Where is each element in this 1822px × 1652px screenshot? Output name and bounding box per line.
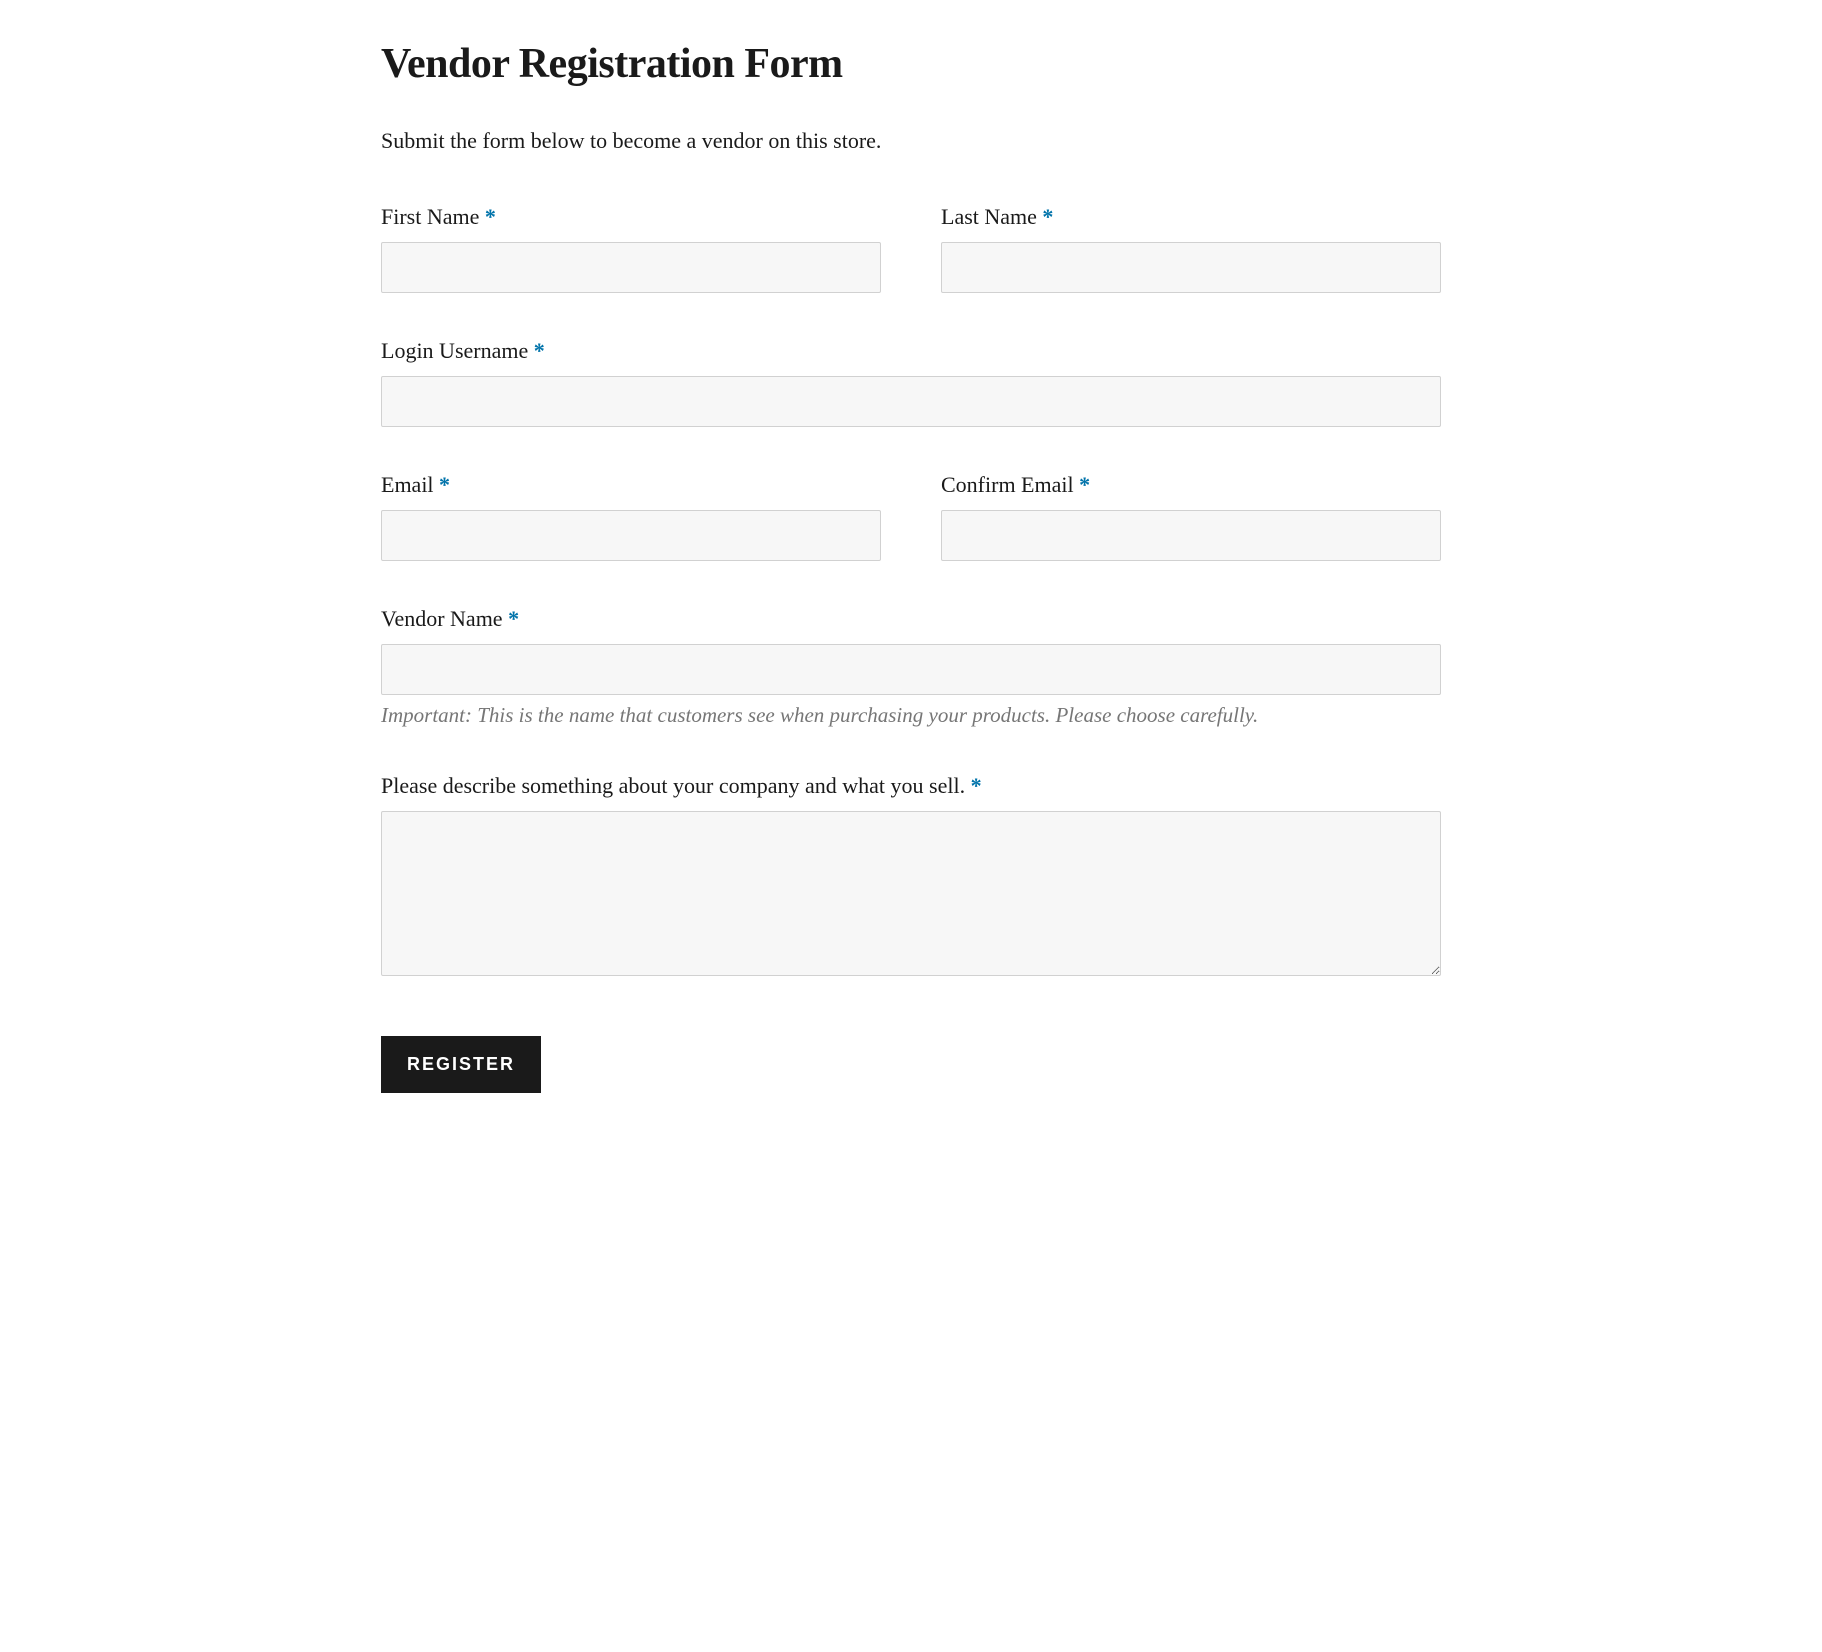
required-asterisk: *: [971, 773, 982, 798]
username-input[interactable]: [381, 376, 1441, 427]
email-input[interactable]: [381, 510, 881, 561]
description-label: Please describe something about your com…: [381, 773, 1441, 799]
last-name-input[interactable]: [941, 242, 1441, 293]
username-field-wrapper: Login Username *: [381, 338, 1441, 427]
description-field-wrapper: Please describe something about your com…: [381, 773, 1441, 981]
required-asterisk: *: [534, 338, 545, 363]
registration-form-container: Vendor Registration Form Submit the form…: [381, 40, 1441, 1093]
first-name-label: First Name *: [381, 204, 881, 230]
username-label: Login Username *: [381, 338, 1441, 364]
confirm-email-label: Confirm Email *: [941, 472, 1441, 498]
required-asterisk: *: [439, 472, 450, 497]
page-title: Vendor Registration Form: [381, 40, 1441, 88]
confirm-email-field-wrapper: Confirm Email *: [941, 472, 1441, 561]
register-button[interactable]: REGISTER: [381, 1036, 541, 1093]
email-label-text: Email: [381, 472, 434, 497]
vendor-name-field-wrapper: Vendor Name * Important: This is the nam…: [381, 606, 1441, 728]
vendor-registration-form: First Name * Last Name * Login Username …: [381, 204, 1441, 1093]
confirm-email-label-text: Confirm Email: [941, 472, 1074, 497]
intro-text: Submit the form below to become a vendor…: [381, 128, 1441, 154]
first-name-input[interactable]: [381, 242, 881, 293]
description-label-text: Please describe something about your com…: [381, 773, 965, 798]
required-asterisk: *: [1079, 472, 1090, 497]
vendor-name-help-text: Important: This is the name that custome…: [381, 703, 1441, 728]
last-name-label: Last Name *: [941, 204, 1441, 230]
last-name-field-wrapper: Last Name *: [941, 204, 1441, 293]
email-label: Email *: [381, 472, 881, 498]
required-asterisk: *: [1042, 204, 1053, 229]
username-label-text: Login Username: [381, 338, 528, 363]
first-name-field-wrapper: First Name *: [381, 204, 881, 293]
vendor-name-label-text: Vendor Name: [381, 606, 503, 631]
vendor-name-input[interactable]: [381, 644, 1441, 695]
email-row: Email * Confirm Email *: [381, 472, 1441, 561]
required-asterisk: *: [485, 204, 496, 229]
name-row: First Name * Last Name *: [381, 204, 1441, 293]
first-name-label-text: First Name: [381, 204, 479, 229]
email-field-wrapper: Email *: [381, 472, 881, 561]
vendor-name-label: Vendor Name *: [381, 606, 1441, 632]
description-textarea[interactable]: [381, 811, 1441, 976]
confirm-email-input[interactable]: [941, 510, 1441, 561]
last-name-label-text: Last Name: [941, 204, 1037, 229]
required-asterisk: *: [508, 606, 519, 631]
